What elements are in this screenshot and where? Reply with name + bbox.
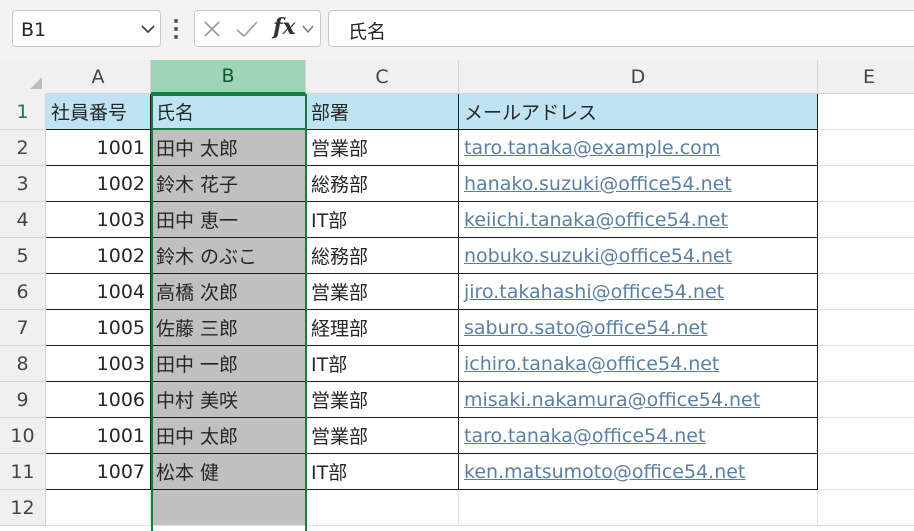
cell-c6[interactable]: 営業部 bbox=[306, 274, 459, 310]
formula-bar: B1 fx 氏名 bbox=[0, 0, 914, 60]
cell-e2[interactable] bbox=[818, 130, 914, 166]
column-header-c[interactable]: C bbox=[306, 60, 459, 94]
chevron-down-icon[interactable] bbox=[301, 22, 315, 36]
cell-c2[interactable]: 営業部 bbox=[306, 130, 459, 166]
cell-a6[interactable]: 1004 bbox=[46, 274, 151, 310]
cell-e3[interactable] bbox=[818, 166, 914, 202]
cell-a4[interactable]: 1003 bbox=[46, 202, 151, 238]
cell-b2[interactable]: 田中 太郎 bbox=[151, 130, 306, 166]
cell-d6[interactable]: jiro.takahashi@office54.net bbox=[459, 274, 818, 310]
cell-b12[interactable] bbox=[151, 490, 306, 526]
cell-e7[interactable] bbox=[818, 310, 914, 346]
column-header-a[interactable]: A bbox=[46, 60, 151, 94]
row-header-1[interactable]: 1 bbox=[0, 94, 46, 130]
vertical-ellipsis-icon[interactable] bbox=[171, 16, 181, 42]
row-header-3[interactable]: 3 bbox=[0, 166, 46, 202]
cell-b6[interactable]: 高橋 次郎 bbox=[151, 274, 306, 310]
row-header-9[interactable]: 9 bbox=[0, 382, 46, 418]
cell-e9[interactable] bbox=[818, 382, 914, 418]
cell-c8[interactable]: IT部 bbox=[306, 346, 459, 382]
cell-d12[interactable] bbox=[459, 490, 818, 526]
chevron-down-icon[interactable] bbox=[139, 20, 157, 38]
cell-a12[interactable] bbox=[46, 490, 151, 526]
name-box[interactable]: B1 bbox=[12, 10, 161, 47]
select-all-triangle-icon bbox=[30, 77, 42, 89]
cell-a11[interactable]: 1007 bbox=[46, 454, 151, 490]
cell-b7[interactable]: 佐藤 三郎 bbox=[151, 310, 306, 346]
column-header-b[interactable]: B bbox=[151, 60, 306, 94]
cell-e4[interactable] bbox=[818, 202, 914, 238]
cell-b5[interactable]: 鈴木 のぶこ bbox=[151, 238, 306, 274]
cell-b8[interactable]: 田中 一郎 bbox=[151, 346, 306, 382]
cell-e11[interactable] bbox=[818, 454, 914, 490]
cell-d3[interactable]: hanako.suzuki@office54.net bbox=[459, 166, 818, 202]
cell-d7[interactable]: saburo.sato@office54.net bbox=[459, 310, 818, 346]
cell-c1[interactable]: 部署 bbox=[306, 94, 459, 130]
cell-c11[interactable]: IT部 bbox=[306, 454, 459, 490]
row-header-12[interactable]: 12 bbox=[0, 490, 46, 526]
cell-a9[interactable]: 1006 bbox=[46, 382, 151, 418]
cell-a1[interactable]: 社員番号 bbox=[46, 94, 151, 130]
row-header-10[interactable]: 10 bbox=[0, 418, 46, 454]
column-header-e[interactable]: E bbox=[818, 60, 914, 94]
worksheet-grid: ABCDE 1 社員番号 氏名 部署 メールアドレス 2 1001 田中 太郎 営業部 taro.… bbox=[0, 60, 914, 531]
cell-a2[interactable]: 1001 bbox=[46, 130, 151, 166]
cell-a8[interactable]: 1003 bbox=[46, 346, 151, 382]
cell-a5[interactable]: 1002 bbox=[46, 238, 151, 274]
cell-c5[interactable]: 総務部 bbox=[306, 238, 459, 274]
cell-d4[interactable]: keiichi.tanaka@office54.net bbox=[459, 202, 818, 238]
cell-b10[interactable]: 田中 太郎 bbox=[151, 418, 306, 454]
row-header-5[interactable]: 5 bbox=[0, 238, 46, 274]
cell-d8[interactable]: ichiro.tanaka@office54.net bbox=[459, 346, 818, 382]
cell-b9[interactable]: 中村 美咲 bbox=[151, 382, 306, 418]
cell-e8[interactable] bbox=[818, 346, 914, 382]
fx-icon[interactable]: fx bbox=[273, 14, 296, 40]
select-all-button[interactable] bbox=[0, 60, 46, 94]
cell-e6[interactable] bbox=[818, 274, 914, 310]
cell-d5[interactable]: nobuko.suzuki@office54.net bbox=[459, 238, 818, 274]
cell-c7[interactable]: 経理部 bbox=[306, 310, 459, 346]
cell-d1[interactable]: メールアドレス bbox=[459, 94, 818, 130]
cell-a3[interactable]: 1002 bbox=[46, 166, 151, 202]
row-header-7[interactable]: 7 bbox=[0, 310, 46, 346]
row-header-11[interactable]: 11 bbox=[0, 454, 46, 490]
cell-b11[interactable]: 松本 健 bbox=[151, 454, 306, 490]
name-box-value: B1 bbox=[21, 19, 47, 41]
cell-d10[interactable]: taro.tanaka@office54.net bbox=[459, 418, 818, 454]
formula-input[interactable]: 氏名 bbox=[328, 10, 914, 47]
column-header-d[interactable]: D bbox=[459, 60, 818, 94]
cancel-x-icon[interactable] bbox=[202, 19, 222, 39]
cell-c9[interactable]: 営業部 bbox=[306, 382, 459, 418]
cell-b3[interactable]: 鈴木 花子 bbox=[151, 166, 306, 202]
formula-controls: fx bbox=[194, 10, 321, 47]
row-header-6[interactable]: 6 bbox=[0, 274, 46, 310]
cell-e12[interactable] bbox=[818, 490, 914, 526]
formula-value: 氏名 bbox=[348, 21, 387, 43]
cell-c12[interactable] bbox=[306, 490, 459, 526]
cell-c10[interactable]: 営業部 bbox=[306, 418, 459, 454]
cell-a10[interactable]: 1001 bbox=[46, 418, 151, 454]
cell-e10[interactable] bbox=[818, 418, 914, 454]
cell-b1[interactable]: 氏名 bbox=[151, 94, 306, 130]
cell-c4[interactable]: IT部 bbox=[306, 202, 459, 238]
cell-d9[interactable]: misaki.nakamura@office54.net bbox=[459, 382, 818, 418]
cell-e1[interactable] bbox=[818, 94, 914, 130]
row-header-8[interactable]: 8 bbox=[0, 346, 46, 382]
cell-e5[interactable] bbox=[818, 238, 914, 274]
column-headers: ABCDE bbox=[0, 60, 914, 94]
row-header-4[interactable]: 4 bbox=[0, 202, 46, 238]
cell-d2[interactable]: taro.tanaka@example.com bbox=[459, 130, 818, 166]
checkmark-icon[interactable] bbox=[235, 19, 259, 39]
cell-c3[interactable]: 総務部 bbox=[306, 166, 459, 202]
cell-b4[interactable]: 田中 恵一 bbox=[151, 202, 306, 238]
row-header-2[interactable]: 2 bbox=[0, 130, 46, 166]
cell-d11[interactable]: ken.matsumoto@office54.net bbox=[459, 454, 818, 490]
cell-a7[interactable]: 1005 bbox=[46, 310, 151, 346]
